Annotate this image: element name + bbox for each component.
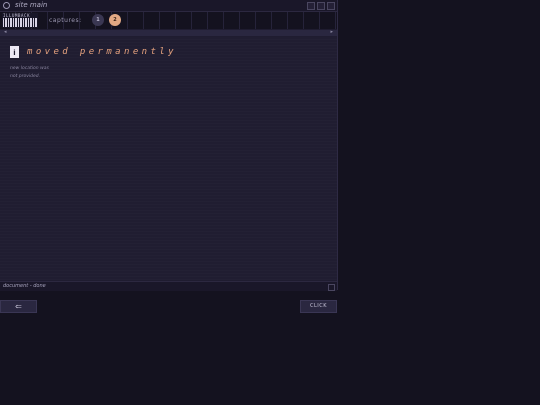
message-line-1: new location was — [10, 66, 49, 71]
title-bar: site main — [0, 0, 337, 12]
capture-button-2[interactable]: 2 — [109, 14, 121, 26]
page-title: moved permanently — [27, 47, 177, 57]
minimize-icon[interactable] — [307, 2, 315, 10]
window-controls — [307, 2, 335, 10]
captures-label: captures: — [49, 17, 82, 24]
page-content: i moved permanently new location was not… — [0, 37, 337, 280]
scroll-left-icon[interactable]: ◂ — [4, 29, 7, 35]
window-title: site main — [15, 1, 48, 9]
maximize-icon[interactable] — [317, 2, 325, 10]
status-text: document - done — [3, 283, 46, 289]
resize-grip-icon[interactable] — [328, 284, 335, 291]
status-bar: document - done — [0, 281, 337, 291]
message-line-2: not provided. — [10, 74, 41, 79]
logo-barcode-icon — [3, 18, 37, 27]
address-bar: ◂ ▸ — [0, 29, 337, 36]
close-icon[interactable] — [327, 2, 335, 10]
info-icon: i — [10, 46, 19, 58]
logo: ILLUMBACK — [2, 13, 38, 28]
back-button[interactable]: ⇐ — [0, 300, 37, 313]
click-button[interactable]: CLICK — [300, 300, 337, 313]
globe-icon — [3, 2, 10, 9]
browser-window: site main ILLUMBACK captures: 1 2 ◂ ▸ i … — [0, 0, 338, 291]
scroll-right-icon[interactable]: ▸ — [330, 29, 333, 35]
capture-button-1[interactable]: 1 — [92, 14, 104, 26]
